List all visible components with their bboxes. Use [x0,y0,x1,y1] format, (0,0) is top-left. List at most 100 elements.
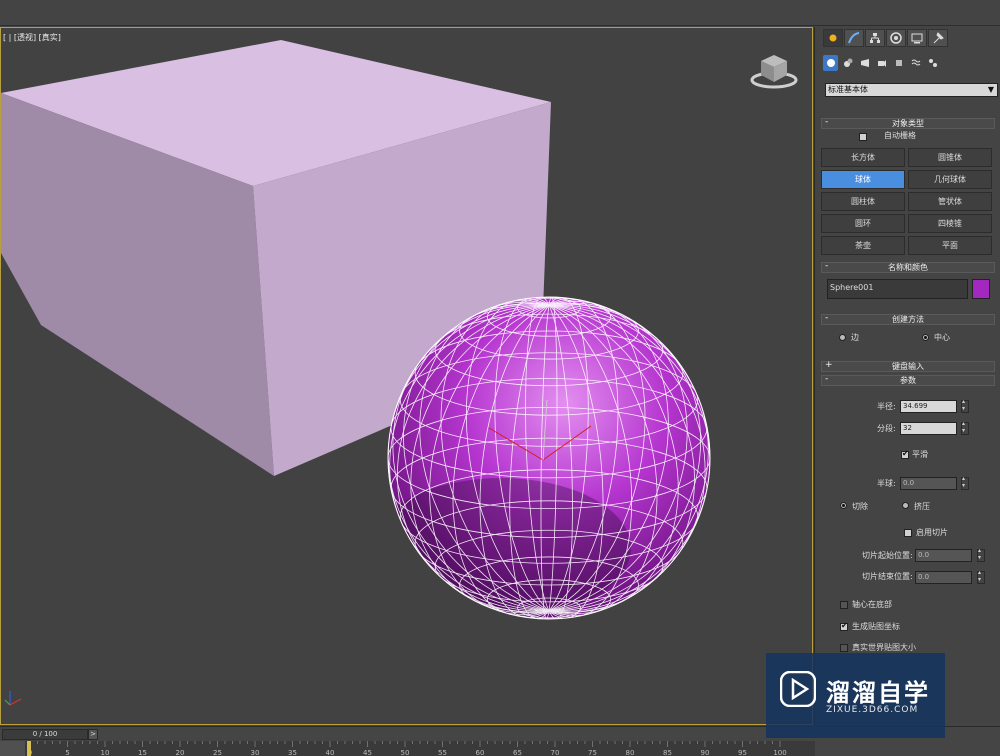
display-tab-icon[interactable] [907,29,927,47]
timeline-tick-label: 20 [176,749,185,756]
timeline-tick-label: 95 [738,749,747,756]
object-color-swatch[interactable] [972,279,990,299]
slice-on-checkbox[interactable] [904,529,912,537]
radius-field[interactable]: 34.699 [900,400,957,413]
name-color-rollout-header[interactable]: - 名称和颜色 [821,262,995,273]
pyramid-button[interactable]: 四棱锥 [908,214,992,233]
expand-icon: + [825,360,833,370]
track-bar[interactable]: 0510152025303540455055606570758085909510… [25,741,815,756]
modify-tab-icon[interactable] [844,29,864,47]
timeline-tick-label: 10 [101,749,110,756]
gen-mapping-label: 生成贴图坐标 [852,622,900,631]
cameras-icon[interactable] [874,55,889,71]
timeline-tick-label: 30 [251,749,260,756]
command-panel: 标准基本体 ▼ - 对象类型 自动栅格 长方体 圆锥体 球体 几何球体 圆柱体 … [814,27,1000,725]
panel-tabs [823,29,949,47]
sphere-button[interactable]: 球体 [821,170,905,189]
motion-tab-icon[interactable] [886,29,906,47]
base-to-pivot-label: 轴心在底部 [852,600,892,609]
time-slider[interactable]: 0 / 100 [2,729,88,740]
perspective-viewport[interactable]: [ | [透视] [真实] [0,27,813,725]
timeline-tick-label: 5 [65,749,69,756]
smooth-label: 平滑 [912,450,928,459]
cylinder-button[interactable]: 圆柱体 [821,192,905,211]
plane-button[interactable]: 平面 [908,236,992,255]
squash-radio[interactable] [902,502,909,509]
tube-button[interactable]: 管状体 [908,192,992,211]
watermark-title: 溜溜自学 [826,679,930,707]
object-type-title: 对象类型 [892,119,924,128]
collapse-icon: - [825,117,829,127]
gen-mapping-checkbox[interactable]: ✔ [840,621,848,631]
lights-icon[interactable] [857,55,872,71]
teapot-button[interactable]: 茶壶 [821,236,905,255]
cone-button[interactable]: 圆锥体 [908,148,992,167]
category-dropdown[interactable]: 标准基本体 ▼ [825,83,998,97]
collapse-icon: - [825,261,829,271]
slice-to-label: 切片结束位置: [862,572,913,581]
utilities-tab-icon[interactable] [928,29,948,47]
torus-button[interactable]: 圆环 [821,214,905,233]
creation-method-rollout-header[interactable]: - 创建方法 [821,314,995,325]
slice-from-label: 切片起始位置: [862,551,913,560]
smooth-checkbox[interactable]: ✔ [901,449,909,459]
real-world-checkbox[interactable] [840,644,848,652]
slice-from-spinner[interactable] [977,547,985,562]
base-to-pivot-checkbox[interactable] [840,601,848,609]
keyboard-entry-rollout-header[interactable]: + 键盘输入 [821,361,995,372]
timeline-tick-label: 90 [701,749,710,756]
slice-from-field[interactable]: 0.0 [915,549,972,562]
track-bar-toggle[interactable] [0,741,25,756]
timeline-tick-label: 15 [138,749,147,756]
chop-radio[interactable] [840,502,847,509]
watermark: 溜溜自学 ZIXUE.3D66.COM [766,653,945,738]
autogrid-label: 自动栅格 [884,131,916,140]
timeline-tick-label: 25 [213,749,222,756]
parameters-rollout-header[interactable]: - 参数 [821,375,995,386]
center-label: 中心 [934,333,950,342]
hierarchy-tab-icon[interactable] [865,29,885,47]
edge-label: 边 [851,333,859,342]
squash-label: 挤压 [914,502,930,511]
shapes-icon[interactable] [840,55,855,71]
hemisphere-field[interactable]: 0.0 [900,477,957,490]
viewport-label[interactable]: [ | [透视] [真实] [3,32,61,43]
chevron-down-icon: ▼ [987,85,994,94]
geometry-icon[interactable] [823,55,838,71]
slice-on-label: 启用切片 [916,528,948,537]
viewcube[interactable] [750,55,798,89]
slice-to-field[interactable]: 0.0 [915,571,972,584]
spacewarps-icon[interactable] [908,55,923,71]
timeline-tick-label: 100 [773,749,786,756]
axis-tripod-icon [4,691,22,706]
box-button[interactable]: 长方体 [821,148,905,167]
helpers-icon[interactable] [891,55,906,71]
systems-icon[interactable] [925,55,940,71]
current-frame-marker [27,741,31,756]
viewport-scene [1,40,798,706]
real-world-label: 真实世界贴图大小 [852,643,916,652]
chop-label: 切除 [852,502,868,511]
edge-radio[interactable] [839,334,846,341]
watermark-url: ZIXUE.3D66.COM [826,705,919,715]
top-toolbar-strip [0,0,1000,26]
segments-field[interactable]: 32 [900,422,957,435]
create-tab-icon[interactable] [823,29,843,47]
track-ticks: 0510152025303540455055606570758085909510… [27,741,787,756]
timeline-tick-label: 60 [476,749,485,756]
timeline-tick-label: 45 [363,749,372,756]
radius-spinner[interactable] [961,398,969,413]
autogrid-checkbox[interactable] [859,133,867,141]
segments-spinner[interactable] [961,420,969,435]
object-name-field[interactable]: Sphere001 [827,279,968,299]
category-dropdown-value: 标准基本体 [828,85,868,94]
center-radio[interactable] [922,334,929,341]
object-type-rollout-header[interactable]: - 对象类型 [821,118,995,129]
timeline-tick-label: 70 [551,749,560,756]
timeline-tick-label: 75 [588,749,597,756]
slice-to-spinner[interactable] [977,569,985,584]
name-color-title: 名称和颜色 [888,263,928,272]
next-frame-button[interactable]: > [88,729,98,740]
geosphere-button[interactable]: 几何球体 [908,170,992,189]
hemisphere-spinner[interactable] [961,475,969,490]
